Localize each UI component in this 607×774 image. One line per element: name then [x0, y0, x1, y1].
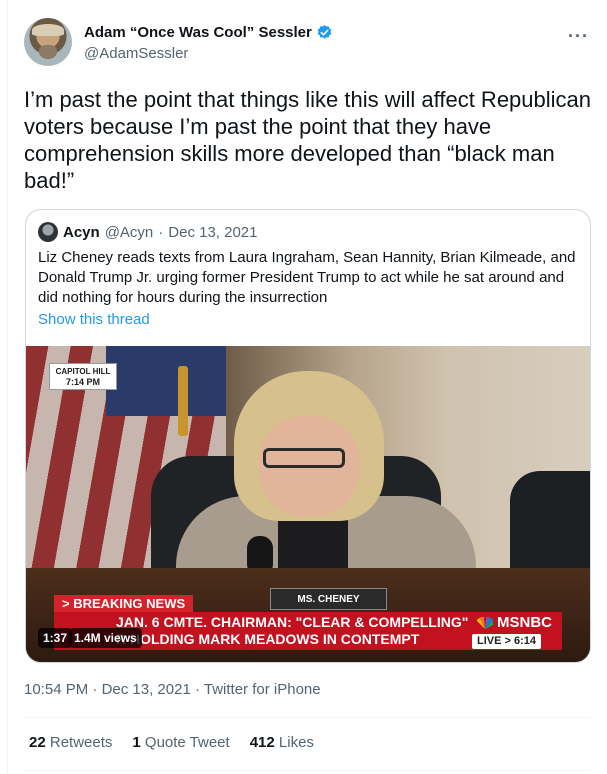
video-network-logo: MSNBC	[476, 614, 552, 631]
meta-separator-1: ·	[92, 681, 98, 698]
video-location-label: CAPITOL HILL	[55, 367, 111, 376]
more-options-icon[interactable]: ···	[568, 26, 589, 47]
left-border	[7, 0, 8, 774]
author-handle[interactable]: @AdamSessler	[84, 45, 188, 62]
retweets-count: 22	[29, 734, 46, 751]
meta-separator-2: ·	[194, 681, 200, 698]
video-flag-tassel	[178, 366, 188, 436]
divider-top	[24, 717, 590, 718]
quoted-author-handle[interactable]: @Acyn	[105, 224, 154, 241]
quoted-separator: ·	[158, 223, 164, 241]
engagement-stats: 22 Retweets 1 Quote Tweet 412 Likes	[29, 734, 314, 751]
show-thread-link[interactable]: Show this thread	[38, 311, 150, 328]
quote-tweets-label: Quote Tweet	[144, 734, 230, 751]
video-location-time: 7:14 PM	[65, 377, 100, 387]
quoted-tweet-date[interactable]: Dec 13, 2021	[168, 224, 257, 241]
video-flag-canton	[106, 346, 236, 416]
avatar-beard	[39, 45, 57, 59]
tweet-text: I’m past the point that things like this…	[24, 87, 598, 193]
quoted-tweet-card[interactable]: Acyn @Acyn · Dec 13, 2021 Liz Cheney rea…	[25, 209, 591, 663]
tweet-meta: 10:54 PM · Dec 13, 2021 · Twitter for iP…	[24, 681, 321, 698]
quoted-tweet-text: Liz Cheney reads texts from Laura Ingrah…	[38, 249, 576, 306]
author-avatar[interactable]	[24, 18, 72, 66]
likes-count: 412	[249, 734, 275, 751]
retweets-label: Retweets	[49, 734, 113, 751]
video-player[interactable]: CAPITOL HILL 7:14 PM MS. CHENEY > BREAKI…	[26, 346, 590, 662]
tweet-date[interactable]: Dec 13, 2021	[102, 681, 191, 698]
video-breaking-news-label: > BREAKING NEWS	[54, 595, 194, 612]
avatar-hat	[32, 24, 64, 36]
video-live-clock: LIVE > 6:14	[472, 634, 542, 649]
quoted-tweet-header: Acyn @Acyn · Dec 13, 2021	[38, 222, 258, 242]
author-display-name[interactable]: Adam “Once Was Cool” Sessler	[84, 24, 312, 41]
video-chyron-line1: JAN. 6 CMTE. CHAIRMAN: "CLEAR & COMPELLI…	[116, 614, 469, 630]
divider-bottom	[24, 770, 590, 771]
retweets-stat[interactable]: 22 Retweets	[29, 734, 112, 751]
likes-stat[interactable]: 412 Likes	[250, 734, 314, 751]
author-name-row[interactable]: Adam “Once Was Cool” Sessler	[84, 24, 333, 41]
video-speaker-glasses	[263, 448, 345, 468]
video-location-tag: CAPITOL HILL 7:14 PM	[49, 363, 117, 390]
video-duration: 1:37	[38, 628, 73, 648]
video-view-count: 1.4M views	[69, 628, 142, 648]
video-network-name: MSNBC	[497, 614, 552, 631]
quote-tweets-count: 1	[132, 734, 141, 751]
tweet-source[interactable]: Twitter for iPhone	[204, 681, 321, 698]
quote-tweets-stat[interactable]: 1 Quote Tweet	[132, 734, 229, 751]
quoted-author-name[interactable]: Acyn	[63, 224, 100, 241]
quoted-author-avatar[interactable]	[38, 222, 58, 242]
verified-badge-icon	[317, 25, 332, 39]
video-chyron-line2: R HOLDING MARK MEADOWS IN CONTEMPT	[116, 631, 420, 647]
tweet-time[interactable]: 10:54 PM	[24, 681, 88, 698]
video-nameplate: MS. CHENEY	[270, 588, 387, 610]
likes-label: Likes	[278, 734, 314, 751]
peacock-icon	[477, 616, 493, 629]
